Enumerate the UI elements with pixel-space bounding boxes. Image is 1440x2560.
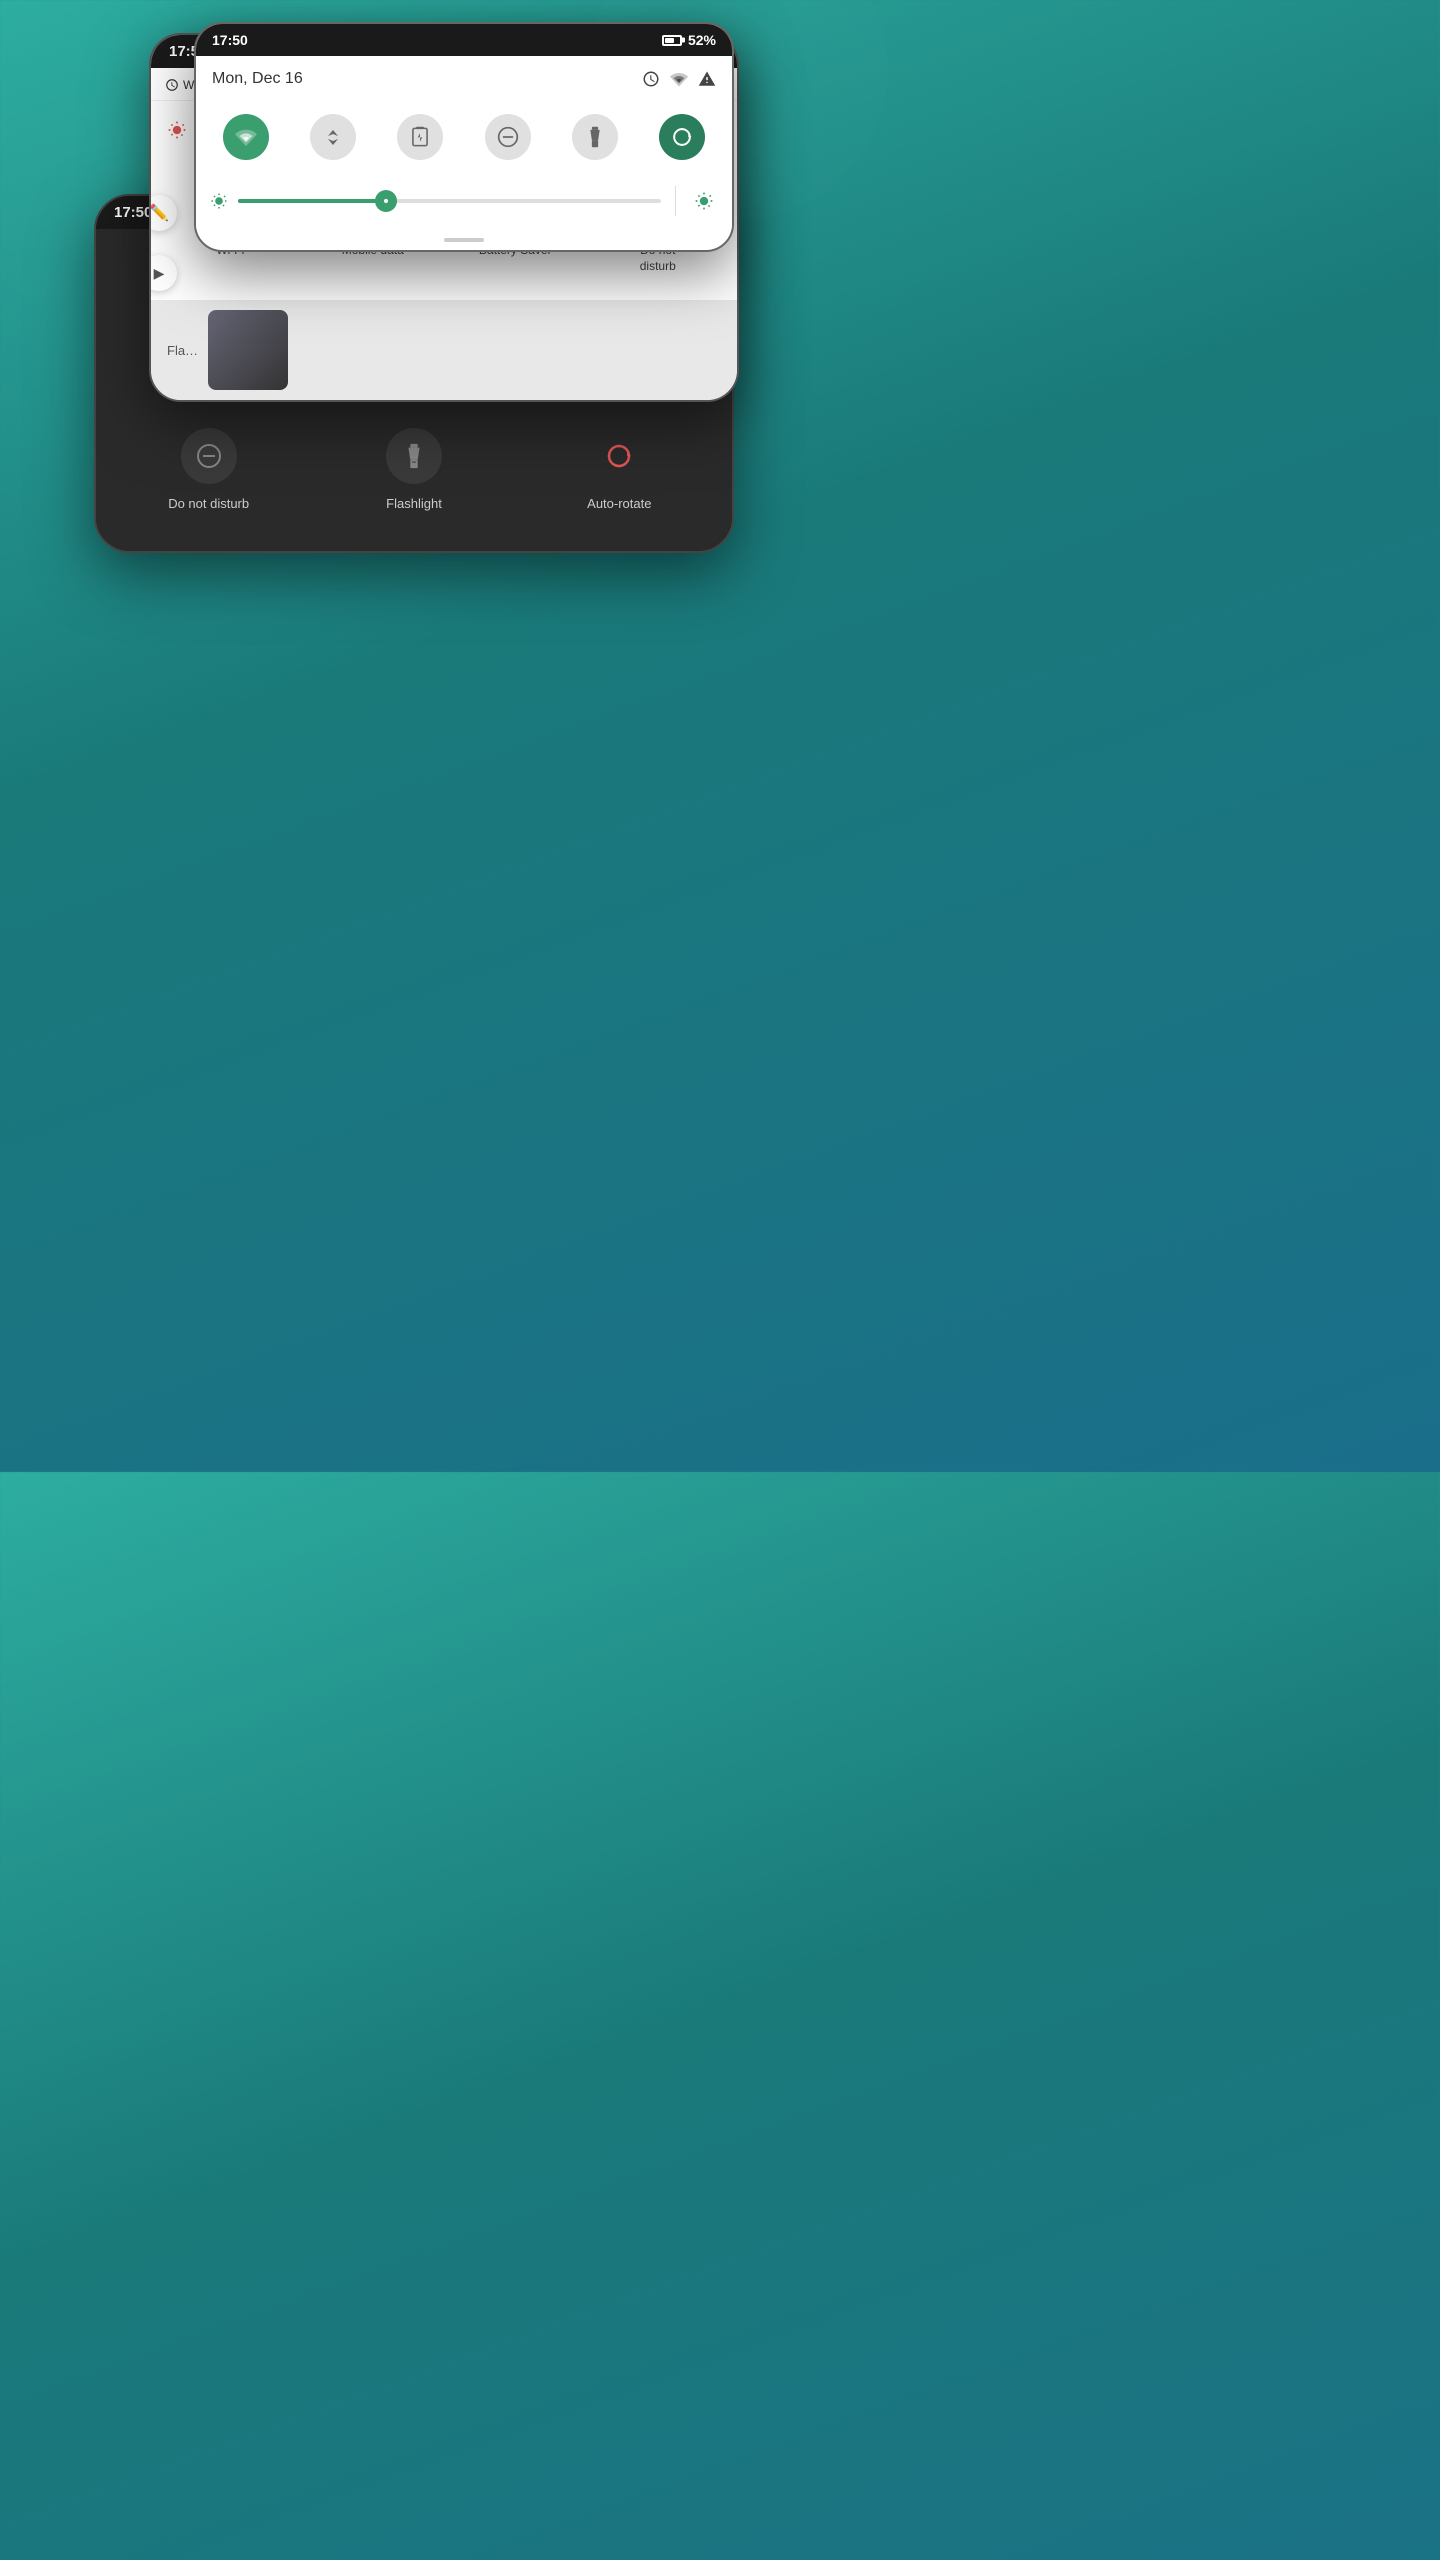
dnd-icon-front <box>497 126 519 148</box>
flashlight-icon-front <box>586 126 604 148</box>
wifi-icon-front-header <box>670 70 688 88</box>
flashlight-icon-back <box>403 443 425 469</box>
date-front: Mon, Dec 16 <box>212 70 303 88</box>
flashlight-circle-front <box>572 114 618 160</box>
tile-flashlight-back[interactable]: Flashlight <box>311 408 516 531</box>
partial-thumbnail <box>208 310 288 390</box>
pill-indicator <box>444 238 484 242</box>
brightness-thumb-front-icon <box>381 196 391 206</box>
tile-flashlight-front[interactable] <box>551 106 638 168</box>
autorotate-icon-front <box>671 126 693 148</box>
tile-mobiledata-front[interactable] <box>289 106 376 168</box>
flashlight-label-back: Flashlight <box>386 496 442 511</box>
autorotate-label-back: Auto-rotate <box>587 496 651 511</box>
tile-autorotate-back[interactable]: Auto-rotate <box>517 408 722 531</box>
signal-icon-front-header <box>698 70 716 88</box>
wifi-circle-front <box>223 114 269 160</box>
brightness-sun-icon-middle <box>167 120 187 140</box>
tile-dnd-back[interactable]: Do not disturb <box>106 408 311 531</box>
alarm-icon <box>165 78 179 92</box>
tile-wifi-front[interactable] <box>202 106 289 168</box>
header-icons-front <box>642 70 716 88</box>
autorotate-icon-back <box>605 442 633 470</box>
bottom-partial: Fla… <box>151 300 737 400</box>
status-right-front: 52% <box>662 32 716 48</box>
auto-brightness-icon-front <box>694 191 714 211</box>
brightness-thumb-front <box>375 190 397 212</box>
battery-saver-icon-front <box>411 126 429 148</box>
mobiledata-icon-front <box>327 129 339 146</box>
arrow-down-icon-front <box>327 138 339 146</box>
tile-batterysaver-front[interactable] <box>377 106 464 168</box>
brightness-row-front <box>196 176 732 230</box>
tile-autorotate-front[interactable] <box>639 106 726 168</box>
phone-front: 17:50 52% Mon, Dec 16 <box>194 22 734 252</box>
tile-dnd-front[interactable] <box>464 106 551 168</box>
alarm-icon-front <box>642 70 660 88</box>
status-bar-front: 17:50 52% <box>196 24 732 56</box>
autorotate-icon-circle-back <box>591 428 647 484</box>
mobiledata-circle-front <box>310 114 356 160</box>
autorotate-circle-front <box>659 114 705 160</box>
flashlight-icon-circle-back <box>386 428 442 484</box>
brightness-sun-icon-front <box>210 192 228 210</box>
battery-icon-front <box>662 35 682 46</box>
phones-container: 17:50 52% Custom Carrier <box>0 194 828 252</box>
dnd-icon-circle-back <box>181 428 237 484</box>
flashlight-partial-text: Fla… <box>167 343 198 358</box>
dnd-icon-back <box>196 443 222 469</box>
dnd-label-back: Do not disturb <box>168 496 249 511</box>
brightness-auto-front[interactable] <box>690 187 718 215</box>
brightness-fill-front <box>238 199 386 203</box>
time-back: 17:50 <box>114 204 152 221</box>
time-front: 17:50 <box>212 32 248 48</box>
quick-grid-front <box>196 98 732 176</box>
divider-front <box>675 186 676 216</box>
dnd-circle-front <box>485 114 531 160</box>
battery-front: 52% <box>688 32 716 48</box>
batterysaver-circle-front <box>397 114 443 160</box>
wifi-icon-front <box>235 126 257 148</box>
brightness-slider-front[interactable] <box>238 199 661 203</box>
arrow-up-icon-front <box>327 129 339 137</box>
date-row-front: Mon, Dec 16 <box>196 56 732 98</box>
